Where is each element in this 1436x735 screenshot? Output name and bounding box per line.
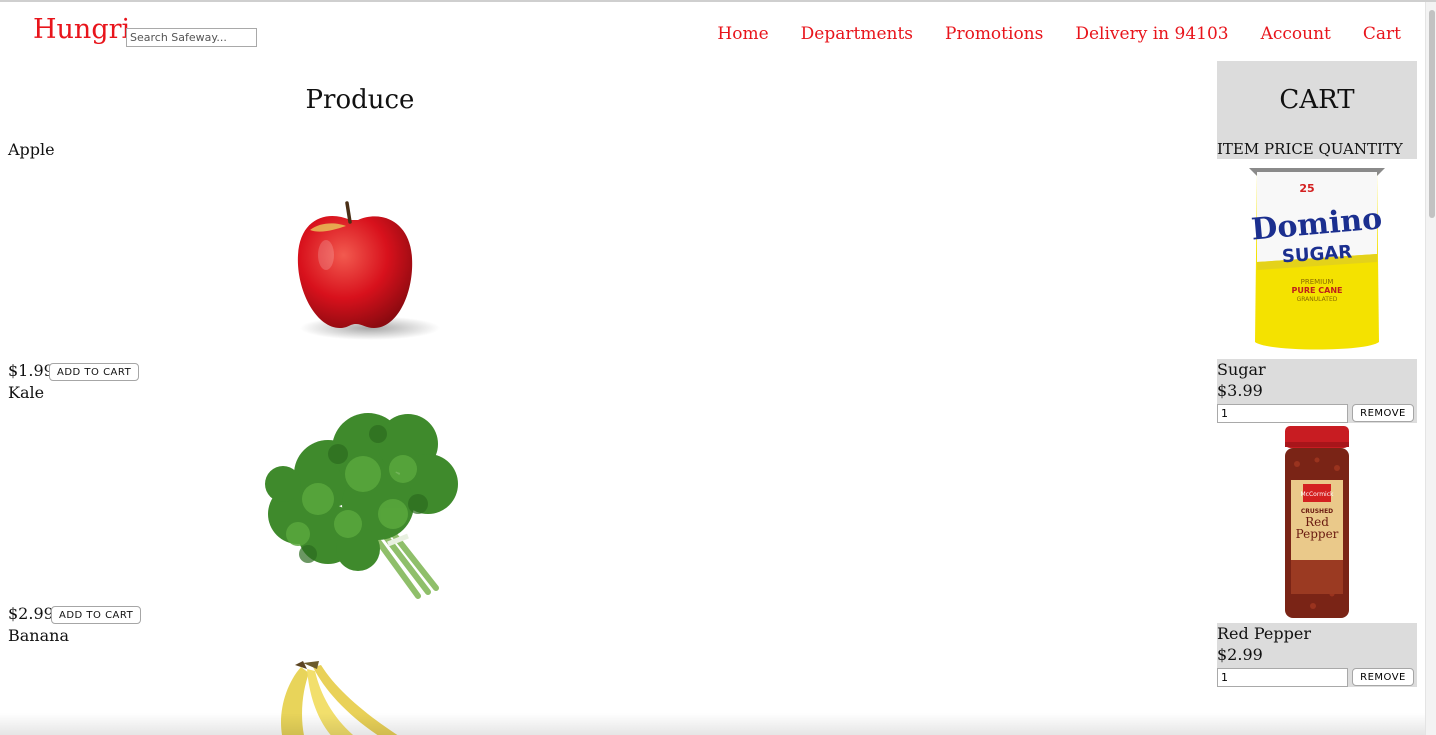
cart-header: CART ITEM PRICE QUANTITY xyxy=(1217,61,1417,159)
quantity-input[interactable] xyxy=(1217,668,1348,687)
sugar-line3: GRANULATED xyxy=(1297,296,1338,303)
kale-image xyxy=(265,413,458,599)
bottom-shadow xyxy=(0,713,1425,735)
nav-home-link[interactable]: Home xyxy=(717,24,768,44)
nav-departments-link[interactable]: Departments xyxy=(801,24,913,44)
cart-item-name: Sugar xyxy=(1217,360,1266,379)
sugar-image: 25 Domino SUGAR PREMIUM PURE CANE GRANUL… xyxy=(1249,168,1385,350)
remove-button[interactable]: REMOVE xyxy=(1352,668,1414,686)
red-pepper-image: McCormick CRUSHED Red Pepper xyxy=(1285,426,1349,618)
search-input[interactable] xyxy=(126,28,257,47)
section-title: Produce xyxy=(305,85,415,115)
apple-image xyxy=(297,201,440,340)
nav-account-link[interactable]: Account xyxy=(1261,24,1331,44)
page-scrollbar[interactable] xyxy=(1425,2,1436,735)
pepper-line1: CRUSHED xyxy=(1301,508,1333,515)
product-price-kale: $2.99 xyxy=(8,604,54,623)
add-to-cart-button[interactable]: ADD TO CART xyxy=(51,606,142,624)
sugar-count-label: 25 xyxy=(1299,182,1314,195)
cart-column-headers: ITEM PRICE QUANTITY xyxy=(1217,140,1403,158)
main-nav: Home Departments Promotions Delivery in … xyxy=(717,24,1401,44)
cart-item-name: Red Pepper xyxy=(1217,624,1311,643)
product-price-apple: $1.99 xyxy=(8,361,54,380)
cart-item-price: $2.99 xyxy=(1217,645,1263,664)
sugar-line2: PURE CANE xyxy=(1292,286,1343,295)
cart-item-sugar: Sugar $3.99 REMOVE xyxy=(1217,359,1417,423)
pepper-line3: Pepper xyxy=(1296,527,1339,541)
product-name-kale: Kale xyxy=(8,383,45,402)
pepper-brand-label: McCormick xyxy=(1301,491,1335,498)
remove-button[interactable]: REMOVE xyxy=(1352,404,1414,422)
product-name-banana: Banana xyxy=(8,626,69,645)
add-to-cart-button[interactable]: ADD TO CART xyxy=(49,363,140,381)
cart-item-red-pepper: Red Pepper $2.99 REMOVE xyxy=(1217,623,1417,687)
product-name-apple: Apple xyxy=(8,140,55,159)
quantity-input[interactable] xyxy=(1217,404,1348,423)
scrollbar-thumb[interactable] xyxy=(1429,10,1435,218)
nav-delivery-link[interactable]: Delivery in 94103 xyxy=(1075,24,1228,44)
sugar-line1: PREMIUM xyxy=(1301,278,1334,286)
cart-title: CART xyxy=(1279,85,1355,115)
nav-promotions-link[interactable]: Promotions xyxy=(945,24,1043,44)
nav-cart-link[interactable]: Cart xyxy=(1363,24,1401,44)
site-logo[interactable]: Hungri xyxy=(33,14,130,45)
cart-panel: CART ITEM PRICE QUANTITY 25 Domino SUGAR… xyxy=(1217,61,1417,687)
window-top-border xyxy=(0,0,1436,2)
cart-item-price: $3.99 xyxy=(1217,381,1263,400)
